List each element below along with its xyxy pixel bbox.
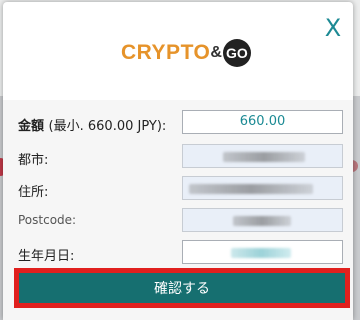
address-input[interactable] [182,176,343,200]
birthdate-value-redacted [231,248,291,258]
birthdate-label: 生年月日: [18,249,75,264]
close-icon[interactable]: X [320,15,346,41]
city-row: 都市: [3,142,353,172]
logo-ampersand: & [210,44,222,61]
confirm-button[interactable]: 確認する [19,273,345,303]
postcode-value-redacted [233,216,291,226]
postcode-label: Postcode: [18,213,77,227]
birthdate-row: 生年月日: [3,238,353,268]
logo-go-badge: GO [222,39,251,67]
confirm-button-highlight: 確認する [14,268,350,308]
crypto-go-logo: CRYPTO & GO [121,36,251,70]
postcode-row: Postcode: [3,206,353,236]
city-label: 都市: [18,153,49,168]
logo-crypto-text: CRYPTO [121,41,211,64]
birthdate-input[interactable] [182,240,343,264]
amount-min-note: (最小. 660.00 JPY): [48,119,167,134]
amount-input[interactable]: 660.00 [182,110,343,134]
city-value-redacted [223,152,305,162]
address-row: 住所: [3,174,353,204]
address-label: 住所: [18,185,49,200]
amount-label: 金額 (最小. 660.00 JPY): [18,115,166,134]
amount-value: 660.00 [239,114,286,129]
address-value-redacted [189,184,313,194]
amount-row: 金額 (最小. 660.00 JPY): 660.00 [3,108,353,138]
postcode-input[interactable] [182,208,343,232]
payment-modal: X CRYPTO & GO 金額 (最小. 660.00 JPY): 660.0… [3,2,353,320]
city-input[interactable] [182,144,343,168]
amount-label-text: 金額 [18,119,45,134]
